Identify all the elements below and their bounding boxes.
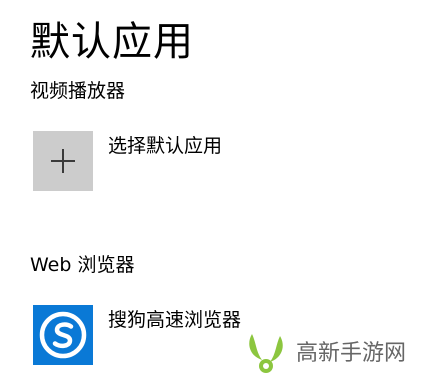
web-browser-heading: Web 浏览器 — [30, 254, 135, 276]
video-player-app-label: 选择默认应用 — [108, 135, 223, 157]
watermark-text: 高新手游网 — [296, 341, 407, 366]
web-browser-app-label: 搜狗高速浏览器 — [108, 309, 242, 331]
plus-icon — [33, 131, 93, 191]
web-browser-default-app-button[interactable]: 搜狗高速浏览器 — [33, 305, 241, 365]
watermark: 高新手游网 — [242, 330, 406, 378]
gaoxin-logo-icon — [242, 330, 290, 378]
video-player-heading: 视频播放器 — [30, 80, 126, 102]
video-player-choose-default-button[interactable]: 选择默认应用 — [33, 131, 222, 191]
sogou-browser-icon — [33, 305, 93, 365]
page-title: 默认应用 — [30, 19, 194, 65]
